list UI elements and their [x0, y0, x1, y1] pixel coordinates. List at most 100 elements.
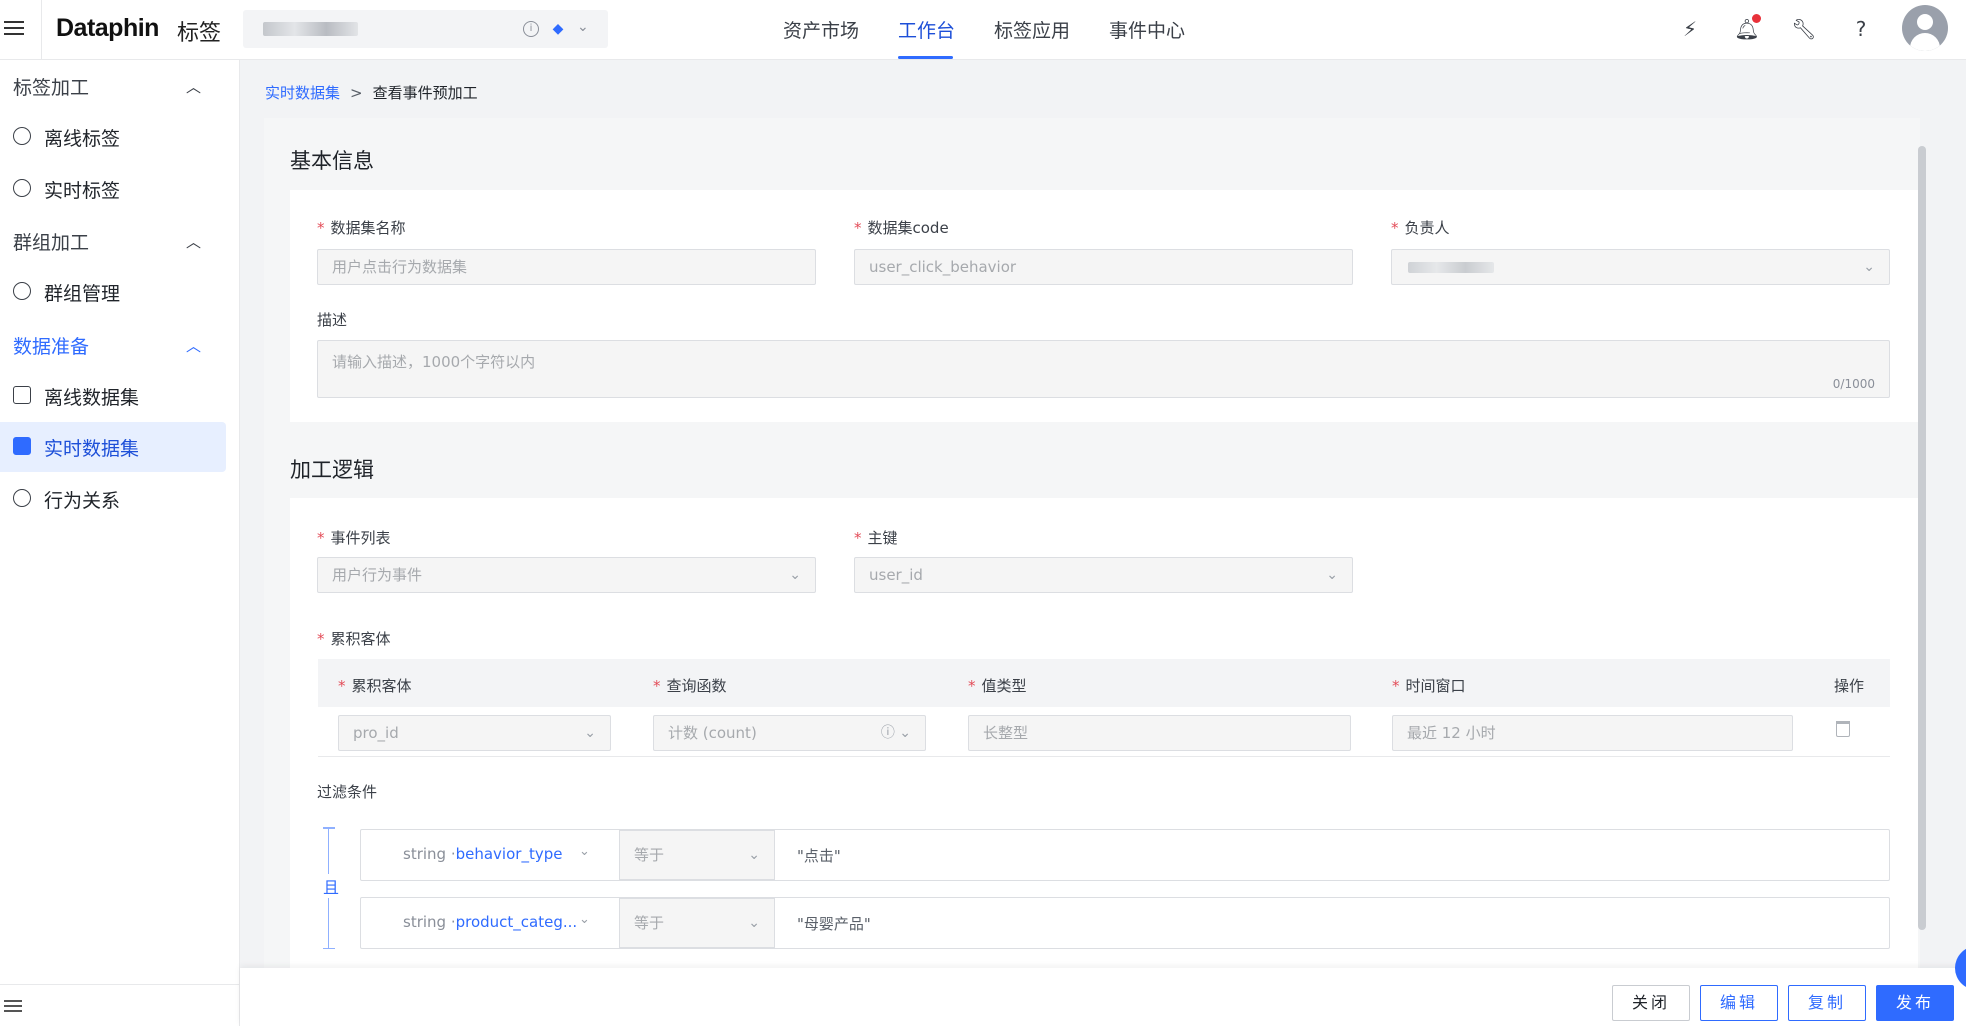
- info-chevron-icon: ⓘ ⌄: [880, 725, 911, 741]
- filter-operator-select[interactable]: 等于 ⌄: [619, 830, 775, 880]
- close-button[interactable]: 关闭: [1612, 985, 1690, 1021]
- section-title-processing-logic: 加工逻辑: [290, 458, 374, 482]
- value-type-input[interactable]: 长整型: [968, 715, 1351, 751]
- sidebar-divider: [0, 984, 240, 985]
- time-window-input[interactable]: 最近 12 小时: [1392, 715, 1793, 751]
- table-row-divider: [318, 756, 1890, 757]
- offline-tag-icon: [13, 127, 31, 145]
- column-header-value-type: * 值类型: [968, 677, 1027, 695]
- column-header-query-function: * 查询函数: [653, 677, 727, 695]
- description-label: 描述: [317, 311, 348, 329]
- sidebar-item-behavior-relation[interactable]: 行为关系: [0, 474, 226, 524]
- publish-button[interactable]: 发布: [1876, 985, 1954, 1021]
- sidebar-item-realtime-dataset[interactable]: 实时数据集: [0, 422, 226, 472]
- relation-icon: [13, 489, 31, 507]
- event-list-label: * 事件列表: [317, 529, 391, 547]
- section-title-basic-info: 基本信息: [290, 149, 374, 173]
- wrench-icon[interactable]: 🔧︎: [1790, 15, 1818, 43]
- primary-key-select[interactable]: user_id ⌄: [854, 557, 1353, 593]
- dataset-name-input[interactable]: 用户点击行为数据集: [317, 249, 816, 285]
- edit-button[interactable]: 编辑: [1700, 985, 1778, 1021]
- menu-icon[interactable]: [4, 18, 24, 38]
- breadcrumb-separator: >: [350, 84, 363, 102]
- chevron-down-icon[interactable]: ⌄: [579, 912, 590, 927]
- nav-asset-market[interactable]: 资产市场: [783, 16, 859, 43]
- sidebar-group-group-processing[interactable]: 群组加工: [13, 228, 89, 255]
- sidebar-item-label: 离线数据集: [44, 387, 140, 409]
- chevron-down-icon[interactable]: ⌄: [579, 844, 590, 859]
- vertical-scrollbar[interactable]: [1918, 146, 1926, 930]
- header-divider: [41, 0, 42, 60]
- collapse-sidebar-icon[interactable]: [4, 1000, 22, 1016]
- chevron-up-icon[interactable]: ︿: [186, 335, 201, 356]
- description-char-counter: 0/1000: [1832, 377, 1875, 391]
- realtime-tag-icon: [13, 179, 31, 197]
- chevron-up-icon[interactable]: ︿: [186, 231, 201, 252]
- column-header-accumulation-object: * 累积客体: [338, 677, 412, 695]
- filter-field-select[interactable]: string ·product_categ...: [403, 913, 577, 931]
- nav-event-center[interactable]: 事件中心: [1109, 16, 1185, 43]
- filter-value[interactable]: "母婴产品": [797, 913, 871, 934]
- project-selector[interactable]: i ◆ ⌄: [243, 10, 608, 48]
- avatar[interactable]: [1902, 5, 1948, 51]
- active-nav-indicator: [898, 56, 953, 59]
- top-bar: Dataphin 标签 i ◆ ⌄ 资产市场 工作台 标签应用 事件中心 ⚡ 🔔…: [0, 0, 1966, 60]
- sidebar-group-tag-processing[interactable]: 标签加工: [13, 73, 89, 100]
- chevron-down-icon: ⌄: [1326, 567, 1338, 583]
- dataset-name-label: * 数据集名称: [317, 219, 406, 237]
- chevron-down-icon[interactable]: ⌄: [577, 19, 593, 35]
- chevron-down-icon: ⌄: [584, 725, 596, 741]
- chevron-down-icon: ⌄: [1863, 259, 1875, 275]
- sidebar-item-realtime-tags[interactable]: 实时标签: [0, 164, 226, 214]
- filter-conditions-label: 过滤条件: [317, 783, 378, 801]
- column-header-actions: 操作: [1834, 677, 1865, 695]
- chevron-down-icon: ⌄: [789, 567, 801, 583]
- app-logo[interactable]: Dataphin: [56, 14, 159, 43]
- and-operator-toggle[interactable]: 且: [320, 874, 342, 898]
- dataset-code-label: * 数据集code: [854, 219, 949, 237]
- filter-row: string ·behavior_type ⌄ 等于 ⌄ "点击": [360, 829, 1890, 881]
- filter-row: string ·product_categ... ⌄ 等于 ⌄ "母婴产品": [360, 897, 1890, 949]
- sidebar-item-label: 离线标签: [44, 128, 121, 150]
- filter-operator-select[interactable]: 等于 ⌄: [619, 898, 775, 948]
- accumulation-object-select[interactable]: pro_id ⌄: [338, 715, 611, 751]
- power-icon[interactable]: ⚡: [1676, 15, 1704, 43]
- help-icon[interactable]: ?: [1847, 15, 1875, 43]
- owner-name-redacted: [1408, 262, 1494, 273]
- chevron-down-icon: ⌄: [748, 847, 760, 863]
- owner-label: * 负责人: [1391, 219, 1450, 237]
- event-list-select[interactable]: 用户行为事件 ⌄: [317, 557, 816, 593]
- sidebar-item-offline-tags[interactable]: 离线标签: [0, 112, 226, 162]
- action-footer: 关闭 编辑 复制 发布: [240, 968, 1966, 1026]
- sidebar: 标签加工 ︿ 离线标签 实时标签 群组加工 ︿ 群组管理 数据准备 ︿ 离线数据…: [0, 60, 240, 1026]
- delete-icon[interactable]: [1836, 721, 1850, 737]
- column-header-time-window: * 时间窗口: [1392, 677, 1466, 695]
- users-icon: [13, 282, 31, 300]
- owner-select[interactable]: ⌄: [1391, 249, 1890, 285]
- nav-tag-application[interactable]: 标签应用: [994, 16, 1070, 43]
- breadcrumb: 实时数据集 > 查看事件预加工: [265, 82, 478, 103]
- dataset-icon: [13, 386, 31, 404]
- sidebar-group-data-prep[interactable]: 数据准备: [13, 332, 89, 359]
- copy-button[interactable]: 复制: [1788, 985, 1866, 1021]
- chevron-up-icon[interactable]: ︿: [186, 76, 201, 97]
- description-textarea[interactable]: 请输入描述，1000个字符以内 0/1000: [317, 340, 1890, 398]
- project-name-redacted: [263, 22, 358, 36]
- filter-value[interactable]: "点击": [797, 845, 841, 866]
- app-module-name: 标签: [177, 21, 222, 46]
- sidebar-item-label: 实时数据集: [44, 438, 140, 460]
- dataset-code-input[interactable]: user_click_behavior: [854, 249, 1353, 285]
- info-icon[interactable]: i: [523, 21, 539, 37]
- accumulation-table-header: * 累积客体 * 查询函数 * 值类型 * 时间窗口 操作: [318, 659, 1890, 707]
- sidebar-item-offline-dataset[interactable]: 离线数据集: [0, 371, 226, 421]
- sidebar-item-group-management[interactable]: 群组管理: [0, 267, 226, 317]
- primary-key-label: * 主键: [854, 529, 898, 547]
- realtime-dataset-icon: [13, 437, 31, 455]
- breadcrumb-parent-link[interactable]: 实时数据集: [265, 84, 340, 102]
- sidebar-item-label: 群组管理: [44, 283, 121, 305]
- environment-icon: ◆: [552, 21, 564, 37]
- query-function-select[interactable]: 计数 (count) ⓘ ⌄: [653, 715, 926, 751]
- filter-field-select[interactable]: string ·behavior_type: [403, 845, 562, 863]
- sidebar-item-label: 行为关系: [44, 490, 121, 512]
- nav-workbench[interactable]: 工作台: [898, 16, 955, 43]
